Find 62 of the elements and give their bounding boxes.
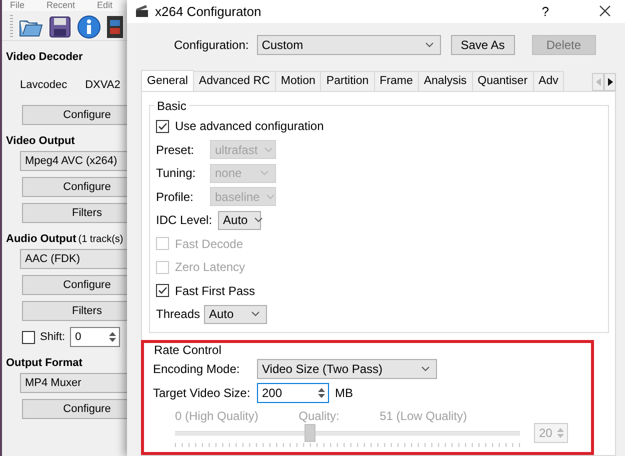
quality-label: Quality:	[298, 409, 340, 423]
chevron-icon	[264, 146, 273, 153]
checkbox-label: Fast First Pass	[175, 284, 256, 298]
checkbox-label: Zero Latency	[175, 260, 246, 274]
window-title: x264 Configuraton	[155, 4, 262, 19]
target-size-field[interactable]: 200	[257, 383, 329, 403]
film-icon	[107, 14, 123, 38]
checkmark-icon	[157, 285, 168, 296]
unit-label: MB	[335, 386, 353, 400]
spin-arrows-icon	[317, 386, 326, 400]
chevron-icon	[254, 217, 263, 224]
chevron-icon	[260, 170, 269, 176]
section-title: Output Format	[6, 357, 82, 369]
configuration-label: Configuration:	[174, 38, 249, 52]
section-title: Audio Output	[6, 233, 76, 245]
menu-item[interactable]: Edit	[97, 0, 113, 11]
quality-label: 51 (Low Quality)	[380, 409, 467, 423]
checkbox[interactable]	[22, 330, 35, 344]
tab[interactable]: General	[141, 70, 194, 90]
left-arrow-icon	[594, 76, 602, 86]
encoding-mode-dropdown[interactable]: Video Size (Two Pass)	[257, 359, 437, 379]
option-dropdown[interactable]: Auto	[218, 210, 262, 230]
field-label: Tuning:	[156, 166, 197, 180]
dialog-button[interactable]: Save As	[450, 34, 515, 55]
checkbox[interactable]	[156, 120, 169, 133]
field-label: Preset:	[156, 142, 196, 157]
shift-field[interactable]: 0	[70, 327, 120, 347]
clapperboard-icon	[135, 4, 149, 18]
menu-item[interactable]: Recent	[46, 0, 76, 11]
decoder-label: DXVA2	[85, 79, 120, 91]
field-label: Target Video Size:	[153, 386, 251, 400]
spin-arrows-icon	[108, 330, 118, 344]
chevron-icon	[266, 194, 275, 200]
scroll-right-button[interactable]	[604, 72, 616, 90]
quality-label: 0 (High Quality)	[175, 409, 258, 423]
menu-item[interactable]: File	[10, 0, 25, 11]
section-title: Video Decoder	[6, 51, 83, 63]
checkbox[interactable]	[156, 284, 169, 298]
chevron-icon	[424, 42, 434, 48]
chevron-icon	[421, 366, 430, 372]
info-icon	[77, 14, 101, 38]
close-icon	[599, 5, 611, 18]
track-count: (1 track(s)	[78, 234, 124, 245]
checkmark-icon	[157, 120, 168, 132]
right-arrow-icon	[606, 76, 614, 86]
option-dropdown[interactable]: Auto	[204, 304, 267, 324]
group-title: Basic	[156, 98, 188, 112]
field-label: Encoding Mode:	[153, 362, 241, 376]
checkbox-label: Use advanced configuration	[175, 119, 324, 134]
help-button[interactable]: ?	[540, 4, 551, 19]
group-title: Rate Control	[153, 343, 222, 357]
spin-arrows-icon	[556, 426, 565, 440]
field-label: Threads	[156, 307, 198, 322]
configuration-dropdown[interactable]: Custom	[256, 34, 441, 55]
tab[interactable]: Adv	[532, 70, 564, 90]
chevron-icon	[251, 311, 260, 318]
field-label: IDC Level:	[156, 213, 212, 228]
decoder-label: Lavcodec	[20, 79, 68, 91]
checkbox-label: Fast Decode	[175, 236, 244, 251]
field-label: Profile:	[156, 190, 194, 204]
section-title: Video Output	[6, 135, 75, 147]
shift-label: Shift:	[40, 331, 66, 343]
